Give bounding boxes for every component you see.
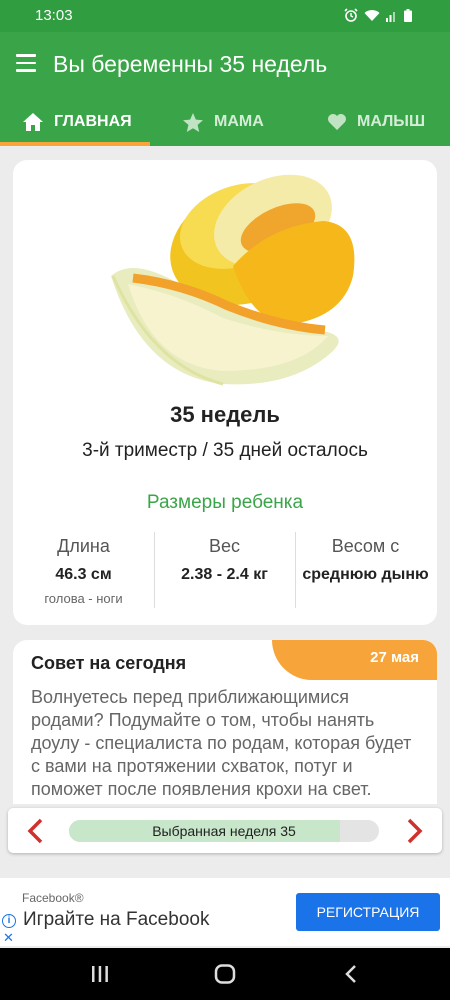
alarm-icon [344, 8, 358, 26]
stat-length: Длина 46.3 см голова - ноги [13, 532, 154, 608]
ad-info-icon[interactable]: i [2, 914, 16, 928]
ad-brand: Facebook® [22, 891, 84, 905]
baby-sizes-title: Размеры ребенка [146, 492, 304, 513]
stat-length-value: 46.3 см [55, 566, 112, 583]
status-icons [344, 8, 412, 26]
trimester-text: 3-й триместр / 35 дней осталось [82, 440, 368, 461]
system-nav-bar [0, 948, 450, 1000]
tab-mom-label: МАМА [214, 113, 264, 130]
status-bar: 13:03 [0, 0, 450, 32]
stat-weight-label: Вес [208, 536, 241, 556]
week-progress-label: Выбранная неделя 35 [152, 823, 296, 839]
baby-stats: Длина 46.3 см голова - ноги Вес 2.38 - 2… [13, 532, 437, 608]
page-title: Вы беременны 35 недель [53, 51, 328, 77]
ad-banner[interactable]: Facebook® Играйте на Facebook i ✕ РЕГИСТ… [0, 878, 450, 946]
tab-mom[interactable]: МАМА [182, 98, 264, 146]
chevron-left-icon[interactable] [26, 818, 46, 844]
recent-apps-icon[interactable] [90, 964, 110, 984]
tab-main-label: ГЛАВНАЯ [54, 113, 132, 130]
heart-icon [328, 114, 346, 130]
tip-title: Совет на сегодня [31, 653, 187, 673]
ad-headline[interactable]: Играйте на Facebook [23, 909, 209, 931]
tab-bar: ГЛАВНАЯ МАМА МАЛЫШ [0, 98, 450, 146]
tab-baby[interactable]: МАЛЫШ [327, 98, 425, 146]
ad-close-icon[interactable]: ✕ [3, 930, 14, 946]
melon-image [111, 174, 355, 386]
stat-compare-value: среднюю дыню [302, 566, 429, 583]
star-icon [183, 112, 203, 132]
tip-text: Волнуетесь перед приближающимися родами?… [31, 687, 412, 799]
app-bar: Вы беременны 35 недель [0, 32, 450, 98]
pregnancy-summary-card: 35 недель 3-й триместр / 35 дней осталос… [13, 160, 437, 625]
chevron-right-icon[interactable] [404, 818, 424, 844]
tip-date-badge: 27 мая [272, 640, 437, 680]
weeks-heading: 35 недель [170, 402, 280, 427]
daily-tip-card: 27 мая Совет на сегодня Волнуетесь перед… [13, 640, 437, 804]
home-nav-icon[interactable] [214, 964, 236, 984]
home-icon [23, 113, 43, 131]
battery-icon [404, 8, 412, 26]
tab-main[interactable]: ГЛАВНАЯ [0, 98, 150, 146]
wifi-icon [364, 9, 380, 26]
week-progress-bar: Выбранная неделя 35 [69, 820, 379, 842]
stat-weight-value: 2.38 - 2.4 кг [181, 566, 268, 583]
status-time: 13:03 [35, 7, 73, 24]
signal-icon [386, 9, 398, 26]
stat-compare-label: Весом с [331, 536, 400, 556]
stat-size-compare: Весом с среднюю дыню [295, 532, 436, 608]
tab-baby-label: МАЛЫШ [357, 113, 426, 130]
stat-weight: Вес 2.38 - 2.4 кг [154, 532, 295, 608]
stat-length-label: Длина [57, 536, 110, 556]
back-icon[interactable] [343, 964, 359, 984]
ad-register-button[interactable]: РЕГИСТРАЦИЯ [296, 893, 440, 931]
stat-length-sub: голова - ноги [44, 591, 123, 606]
week-selector: Выбранная неделя 35 [8, 808, 442, 853]
menu-icon[interactable] [16, 54, 36, 72]
